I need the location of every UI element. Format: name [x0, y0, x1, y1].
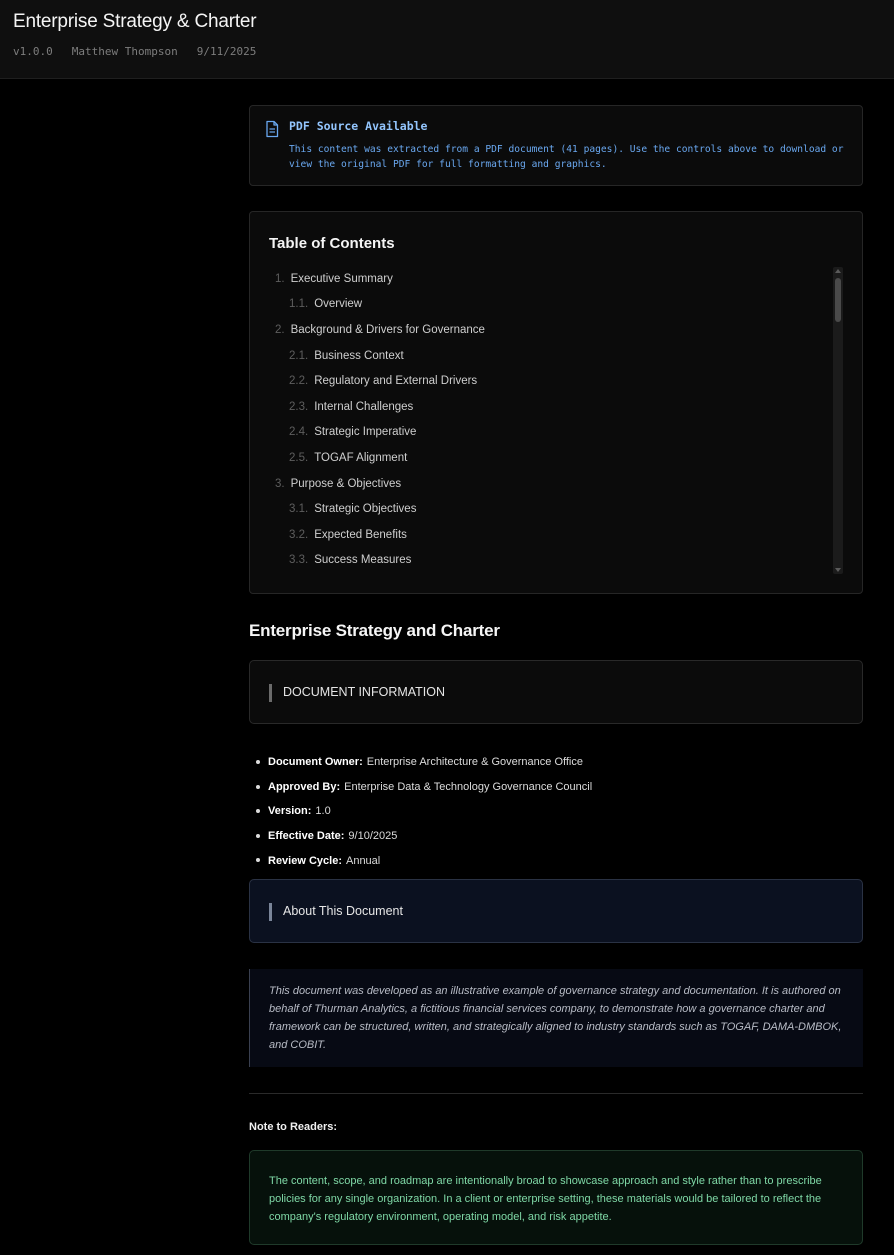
toc-item-number: 2.4.	[289, 426, 309, 439]
info-key: Version:	[268, 805, 312, 818]
toc-item-number: 3.2.	[289, 528, 309, 541]
pdf-notice-title: PDF Source Available	[289, 119, 428, 133]
page-heading: Enterprise Strategy and Charter	[249, 621, 500, 640]
note-box: The content, scope, and roadmap are inte…	[249, 1150, 863, 1245]
document-information-callout: DOCUMENT INFORMATION	[249, 660, 863, 724]
author-label: Matthew Thompson	[71, 45, 178, 58]
date-label: 9/11/2025	[196, 45, 257, 58]
toc-item-label: Internal Challenges	[314, 400, 414, 413]
toc-item[interactable]: 2. Background & Drivers for Governance	[275, 317, 830, 343]
toc-scrollbar[interactable]	[833, 267, 843, 574]
toc-item-number: 2.3.	[289, 400, 309, 413]
table-of-contents: Table of Contents 1. Executive Summary 1.1…	[249, 211, 863, 594]
divider	[249, 1093, 863, 1094]
toc-item-number: 3.1.	[289, 503, 309, 516]
note-text: The content, scope, and roadmap are inte…	[269, 1175, 822, 1223]
document-title: Enterprise Strategy & Charter	[13, 11, 257, 32]
toc-item[interactable]: 3.2. Expected Benefits	[275, 522, 830, 548]
top-header: Enterprise Strategy & Charter v1.0.0 Mat…	[0, 0, 894, 79]
toc-item-label: Executive Summary	[290, 272, 393, 285]
document-info-item: Version: 1.0	[256, 799, 848, 824]
pdf-notice-text: This content was extracted from a PDF do…	[289, 144, 844, 170]
toc-item-number: 3.	[275, 477, 285, 490]
info-value: Annual	[345, 854, 381, 867]
toc-item-label: Strategic Objectives	[314, 503, 417, 516]
toc-item-label: Expected Benefits	[314, 528, 407, 541]
info-key: Effective Date:	[268, 830, 345, 843]
toc-item[interactable]: 3.1. Strategic Objectives	[275, 496, 830, 522]
toc-item-number: 2.5.	[289, 451, 309, 464]
scroll-thumb[interactable]	[835, 278, 841, 322]
document-information-label: DOCUMENT INFORMATION	[283, 685, 446, 699]
toc-item[interactable]: 2.1. Business Context	[275, 343, 830, 369]
pdf-source-notice: PDF Source Available This content was ex…	[249, 105, 863, 186]
document-meta: v1.0.0 Matthew Thompson 9/11/2025	[13, 45, 256, 58]
toc-item-label: Background & Drivers for Governance	[290, 323, 485, 336]
toc-list: 1. Executive Summary 1.1. Overview 2. Backgro…	[275, 266, 830, 573]
about-blockquote: This document was developed as an illust…	[249, 969, 863, 1067]
document-info-item: Document Owner: Enterprise Architecture &…	[256, 750, 848, 775]
toc-item[interactable]: 2.4. Strategic Imperative	[275, 420, 830, 446]
scroll-down-arrow-icon[interactable]	[835, 568, 841, 572]
document-icon	[266, 120, 279, 138]
version-label: v1.0.0	[13, 45, 53, 58]
toc-item[interactable]: 3.3. Success Measures	[275, 548, 830, 574]
document-info-item: Effective Date: 9/10/2025	[256, 824, 848, 849]
toc-item[interactable]: 1. Executive Summary	[275, 266, 830, 292]
toc-item-number: 1.1.	[289, 298, 309, 311]
toc-item-number: 1.	[275, 272, 285, 285]
about-document-callout: About This Document	[249, 879, 863, 943]
info-key: Review Cycle:	[268, 854, 342, 867]
callout-accent-bar	[269, 903, 272, 921]
document-info-list: Document Owner: Enterprise Architecture &…	[256, 750, 848, 873]
toc-item[interactable]: 2.5. TOGAF Alignment	[275, 445, 830, 471]
toc-item-label: Success Measures	[314, 554, 412, 567]
toc-item-label: Overview	[314, 298, 363, 311]
toc-item-label: Regulatory and External Drivers	[314, 375, 478, 388]
info-value: 1.0	[315, 805, 331, 818]
info-value: 9/10/2025	[348, 830, 398, 843]
document-info-item: Approved By: Enterprise Data & Technology…	[256, 775, 848, 800]
toc-item-label: TOGAF Alignment	[314, 451, 408, 464]
toc-item-number: 3.3.	[289, 554, 309, 567]
toc-item-label: Purpose & Objectives	[290, 477, 402, 490]
info-value: Enterprise Data & Technology Governance …	[344, 780, 593, 793]
toc-title: Table of Contents	[269, 235, 395, 252]
about-document-label: About This Document	[283, 904, 403, 918]
toc-item-number: 2.2.	[289, 375, 309, 388]
toc-item[interactable]: 2.2. Regulatory and External Drivers	[275, 368, 830, 394]
scroll-up-arrow-icon[interactable]	[835, 269, 841, 273]
info-key: Approved By:	[268, 780, 341, 793]
toc-item-label: Business Context	[314, 349, 404, 362]
info-key: Document Owner:	[268, 756, 363, 769]
note-title: Note to Readers:	[249, 1121, 338, 1133]
info-value: Enterprise Architecture & Governance Off…	[366, 756, 583, 769]
callout-accent-bar	[269, 684, 272, 702]
toc-item[interactable]: 3. Purpose & Objectives	[275, 471, 830, 497]
toc-item[interactable]: 1.1. Overview	[275, 292, 830, 318]
toc-item-number: 2.	[275, 323, 285, 336]
about-text: This document was developed as an illust…	[269, 985, 842, 1051]
toc-item-number: 2.1.	[289, 349, 309, 362]
toc-item[interactable]: 2.3. Internal Challenges	[275, 394, 830, 420]
document-info-item: Review Cycle: Annual	[256, 848, 848, 873]
toc-item-label: Strategic Imperative	[314, 426, 417, 439]
